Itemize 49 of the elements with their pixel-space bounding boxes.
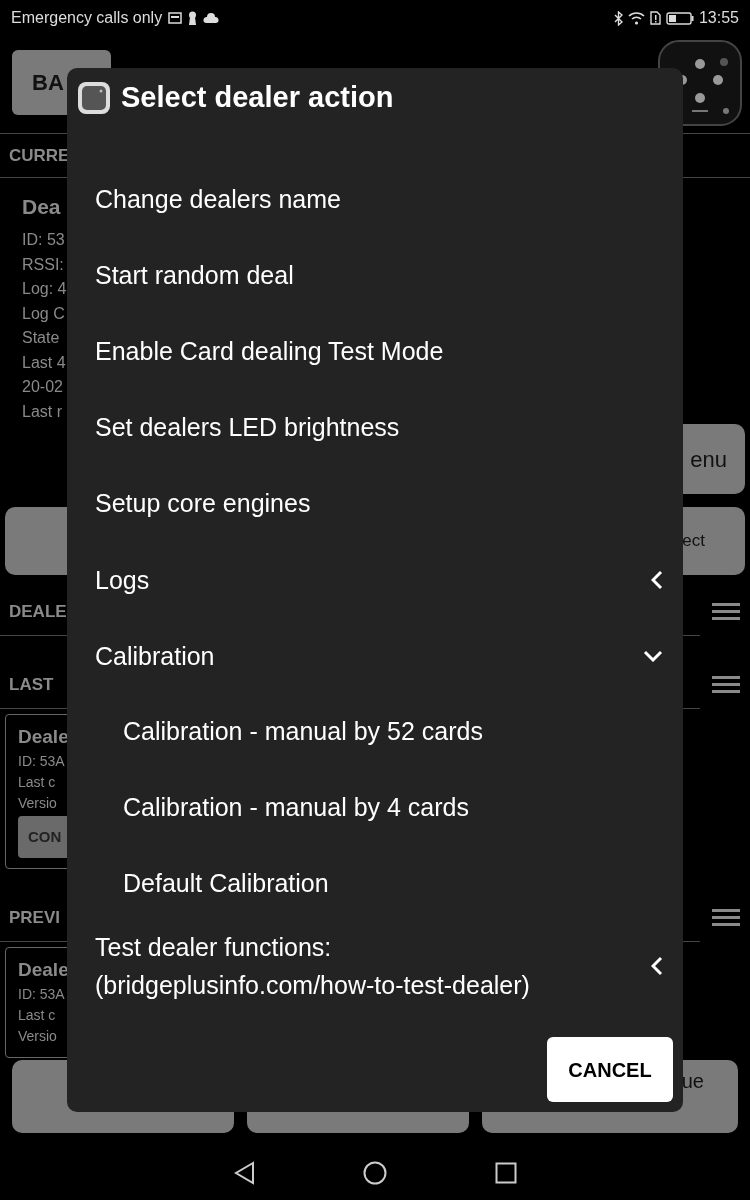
dealer-name: Dea — [22, 194, 62, 220]
dealer-info: RSSI: — [22, 254, 65, 275]
menu-item[interactable]: Change dealers name — [67, 162, 683, 238]
chevron-left-icon — [651, 570, 663, 590]
dealer-name: Deale — [18, 725, 70, 749]
section-header: CURRE — [9, 144, 70, 167]
dealer-info: Log: 4 — [22, 279, 67, 299]
calendar-icon — [168, 12, 183, 24]
dealer-info: Last r — [22, 401, 63, 422]
menu-item[interactable]: Setup core engines — [67, 466, 683, 542]
section-header: LAST — [9, 674, 54, 697]
menu-item[interactable]: Start random deal — [67, 238, 683, 314]
recent-apps-icon[interactable] — [495, 1161, 517, 1184]
keyhole-icon — [188, 11, 198, 25]
dealer-info: Versio — [18, 794, 58, 813]
dealer-info: ID: 53 — [22, 230, 66, 250]
bluetooth-icon — [613, 10, 623, 26]
section-header: DEALE — [9, 601, 67, 624]
status-time: 13:55 — [698, 8, 739, 28]
menu-item[interactable]: Calibration - manual by 52 cards — [67, 694, 683, 770]
back-icon[interactable] — [233, 1160, 255, 1185]
home-icon[interactable] — [363, 1160, 387, 1185]
status-text: Emergency calls only — [11, 8, 163, 28]
dealer-info: State — [22, 328, 61, 348]
menu-item[interactable]: Set dealers LED brightness — [67, 390, 683, 466]
section-header: PREVI — [9, 907, 61, 930]
menu-icon[interactable] — [712, 909, 740, 927]
dealer-info: 20-02 — [22, 377, 64, 397]
chevron-down-icon — [643, 650, 663, 662]
cloud-icon — [203, 13, 220, 23]
menu-icon[interactable] — [712, 603, 740, 621]
menu-group[interactable]: Logs — [67, 542, 683, 618]
menu-item[interactable]: Enable Card dealing Test Mode — [67, 314, 683, 390]
sim-alert-icon — [649, 11, 661, 25]
dialog-title: Select dealer action — [121, 80, 394, 116]
wifi-icon — [627, 11, 645, 25]
dealer-info: Log C — [22, 303, 66, 324]
dealer-name: Deale — [18, 958, 70, 982]
chevron-left-icon — [651, 956, 663, 976]
dealer-info: Versio — [18, 1027, 58, 1046]
menu-group[interactable]: Test dealer functions: (bridgeplusinfo.com/how-to-test-dealer) — [67, 922, 683, 1010]
dealer-info: Last c — [18, 1006, 57, 1025]
dealer-info: ID: 53A — [18, 752, 66, 771]
battery-icon — [665, 11, 694, 25]
dealer-device-icon — [77, 81, 111, 115]
dealer-info: Last c — [18, 773, 57, 792]
cancel-button[interactable]: CANCEL — [547, 1037, 673, 1102]
dealer-info: Last 4 — [22, 352, 67, 373]
menu-icon[interactable] — [712, 676, 740, 694]
